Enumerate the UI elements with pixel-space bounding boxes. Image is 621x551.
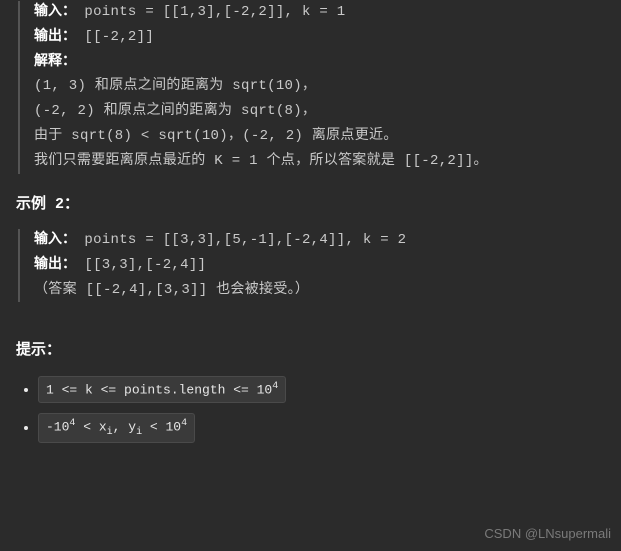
input-label: 输入： xyxy=(34,4,76,20)
explain-line-1: (1, 3) 和原点之间的距离为 sqrt(10)， xyxy=(34,75,605,99)
hint2-b: < x xyxy=(75,420,106,435)
output-label: 输出： xyxy=(34,257,76,273)
example-2-input: 输入： points = [[3,3],[5,-1],[-2,4]], k = … xyxy=(34,229,605,253)
hint2-d: < 10 xyxy=(142,420,181,435)
hints-heading: 提示： xyxy=(16,338,605,364)
explain-label: 解释： xyxy=(34,54,76,70)
hints-list: 1 <= k <= points.length <= 104 -104 < xi… xyxy=(16,376,605,443)
example-2-block: 输入： points = [[3,3],[5,-1],[-2,4]], k = … xyxy=(18,229,605,302)
example-1-block: 输入： points = [[1,3],[-2,2]], k = 1 输出： [… xyxy=(18,1,605,174)
hint1-sup: 4 xyxy=(272,381,278,392)
output-label: 输出： xyxy=(34,29,76,45)
example-1-explain-label: 解释： xyxy=(34,51,605,75)
hint-code-1: 1 <= k <= points.length <= 104 xyxy=(38,376,286,403)
hint2-a: -10 xyxy=(46,420,69,435)
input-value: points = [[3,3],[5,-1],[-2,4]], k = 2 xyxy=(84,232,406,248)
hint-item-2: -104 < xi, yi < 104 xyxy=(38,413,605,443)
watermark: CSDN @LNsupermali xyxy=(484,523,611,545)
example-2-output: 输出： [[3,3],[-2,4]] xyxy=(34,254,605,278)
input-value: points = [[1,3],[-2,2]], k = 1 xyxy=(84,4,345,20)
output-value: [[-2,2]] xyxy=(84,29,154,45)
explain-line-2: (-2, 2) 和原点之间的距离为 sqrt(8)， xyxy=(34,100,605,124)
document-content: 输入： points = [[1,3],[-2,2]], k = 1 输出： [… xyxy=(0,1,621,457)
example-1-input: 输入： points = [[1,3],[-2,2]], k = 1 xyxy=(34,1,605,25)
example-1-output: 输出： [[-2,2]] xyxy=(34,26,605,50)
example-2-note: （答案 [[-2,4],[3,3]] 也会被接受。） xyxy=(34,279,605,303)
hint-code-2: -104 < xi, yi < 104 xyxy=(38,413,195,443)
explain-line-3: 由于 sqrt(8) < sqrt(10)，(-2, 2) 离原点更近。 xyxy=(34,125,605,149)
hint1-text: 1 <= k <= points.length <= 10 xyxy=(46,382,272,397)
hint2-c: , y xyxy=(113,420,136,435)
hint2-sup2: 4 xyxy=(181,418,187,429)
input-label: 输入： xyxy=(34,232,76,248)
explain-line-4: 我们只需要距离原点最近的 K = 1 个点，所以答案就是 [[-2,2]]。 xyxy=(34,150,605,174)
hint-item-1: 1 <= k <= points.length <= 104 xyxy=(38,376,605,403)
example-2-heading: 示例 2： xyxy=(16,192,605,218)
output-value: [[3,3],[-2,4]] xyxy=(84,257,206,273)
